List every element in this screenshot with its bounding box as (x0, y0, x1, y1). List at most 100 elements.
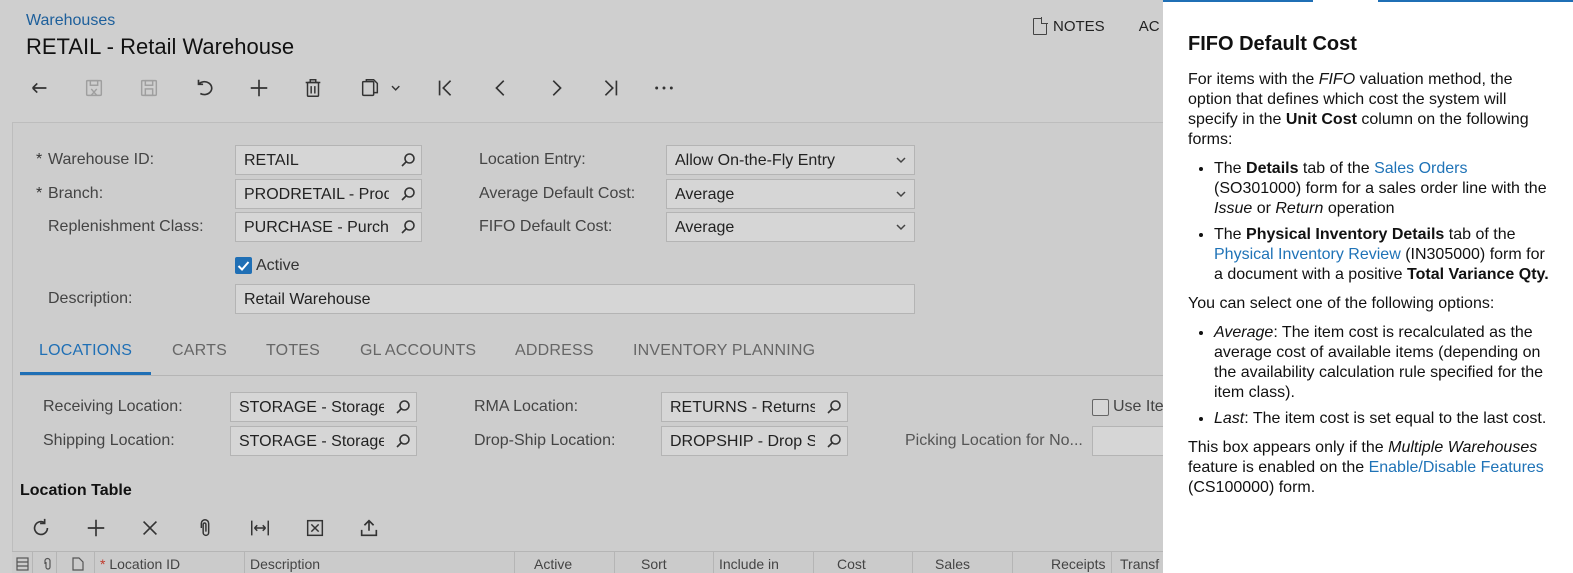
column-header-description[interactable]: Description (250, 556, 320, 572)
chevron-down-icon (896, 191, 906, 198)
physical-inventory-review-link[interactable]: Physical Inventory Review (1214, 246, 1401, 263)
column-header-label: Location ID (109, 556, 181, 572)
search-icon[interactable] (826, 433, 842, 449)
use-item-checkbox[interactable] (1092, 399, 1109, 416)
copy-paste-icon[interactable] (356, 76, 406, 100)
avg-default-cost-select[interactable]: Average (666, 179, 915, 209)
previous-icon[interactable] (489, 76, 513, 100)
check-icon (237, 261, 250, 271)
warehouse-id-field[interactable]: RETAIL (235, 145, 422, 175)
column-separator (614, 552, 615, 573)
enable-disable-features-link[interactable]: Enable/Disable Features (1369, 459, 1544, 476)
upload-icon[interactable] (357, 516, 381, 540)
search-icon[interactable] (395, 433, 411, 449)
list-item: The Physical Inventory Details tab of th… (1214, 225, 1553, 285)
active-checkbox[interactable] (235, 257, 252, 274)
chevron-down-icon (896, 224, 906, 231)
delete-row-icon[interactable] (138, 516, 162, 540)
column-separator (56, 552, 57, 573)
receiving-location-field[interactable]: STORAGE - Storage (230, 392, 417, 422)
description-field[interactable]: Retail Warehouse (235, 284, 915, 314)
fifo-default-cost-select[interactable]: Average (666, 212, 915, 242)
tab-totes[interactable]: TOTES (266, 342, 320, 360)
column-header-location-id[interactable]: * Location ID (100, 556, 180, 572)
refresh-icon[interactable] (29, 516, 53, 540)
fifo-default-cost-value: Average (675, 219, 735, 236)
dropship-location-field[interactable]: DROPSHIP - Drop S (661, 426, 848, 456)
help-title: FIFO Default Cost (1188, 33, 1357, 55)
active-label: Active (256, 257, 300, 274)
tab-gl-accounts[interactable]: GL ACCOUNTS (360, 342, 476, 360)
activities-label: AC (1138, 18, 1160, 35)
next-icon[interactable] (544, 76, 568, 100)
export-excel-icon[interactable] (303, 516, 327, 540)
tab-carts[interactable]: CARTS (172, 342, 227, 360)
header-actions: NOTES AC (1033, 17, 1160, 35)
location-table-title: Location Table (20, 482, 132, 499)
more-icon[interactable] (652, 76, 676, 100)
avg-default-cost-value: Average (675, 186, 735, 203)
search-icon[interactable] (400, 186, 416, 202)
search-icon[interactable] (400, 152, 416, 168)
search-icon[interactable] (826, 399, 842, 415)
notes-column-icon (72, 557, 84, 571)
help-footer: This box appears only if the Multiple Wa… (1188, 439, 1544, 496)
column-header-receipts[interactable]: Receipts (1051, 556, 1105, 572)
search-icon[interactable] (395, 399, 411, 415)
rma-location-value: RETURNS - Returns (670, 399, 815, 416)
delete-icon[interactable] (301, 76, 325, 100)
column-header-active[interactable]: Active (534, 556, 572, 572)
breadcrumb[interactable]: Warehouses (26, 12, 115, 30)
activities-button[interactable]: AC (1139, 18, 1160, 35)
attach-icon[interactable] (193, 516, 217, 540)
undo-icon[interactable] (192, 76, 216, 100)
required-marker: * (100, 556, 110, 572)
page-title: RETAIL - Retail Warehouse (26, 34, 295, 59)
column-header-sort[interactable]: Sort (641, 556, 667, 572)
branch-field[interactable]: PRODRETAIL - Prod (235, 179, 422, 209)
main-screen: Warehouses RETAIL - Retail Warehouse NOT… (0, 0, 1163, 573)
notes-icon (1033, 17, 1048, 35)
search-icon[interactable] (400, 219, 416, 235)
picking-location-field[interactable] (1092, 426, 1163, 456)
add-icon[interactable] (247, 76, 271, 100)
save-close-icon[interactable] (82, 76, 106, 100)
column-separator (32, 552, 33, 573)
add-row-icon[interactable] (84, 516, 108, 540)
notes-button[interactable]: NOTES (1033, 17, 1105, 35)
last-icon[interactable] (598, 76, 622, 100)
first-icon[interactable] (434, 76, 458, 100)
help-forms-list: The Details tab of the Sales Orders (SO3… (1188, 159, 1553, 285)
active-tab-indicator (20, 372, 151, 375)
location-entry-select[interactable]: Allow On-the-Fly Entry (666, 145, 915, 175)
picking-location-label: Picking Location for No... (905, 432, 1083, 449)
rma-location-field[interactable]: RETURNS - Returns (661, 392, 848, 422)
back-icon[interactable] (28, 76, 52, 100)
shipping-location-value: STORAGE - Storage (239, 433, 384, 450)
sales-orders-link[interactable]: Sales Orders (1374, 160, 1467, 177)
column-separator (94, 552, 95, 573)
description-value: Retail Warehouse (244, 291, 371, 308)
rma-location-label: RMA Location: (474, 398, 579, 415)
branch-value: PRODRETAIL - Prod (244, 186, 389, 203)
location-entry-label: Location Entry: (479, 151, 586, 168)
use-item-label: Use Ite (1113, 398, 1163, 415)
help-intro: For items with the FIFO valuation method… (1188, 71, 1529, 148)
tab-locations[interactable]: LOCATIONS (39, 342, 132, 360)
save-icon[interactable] (137, 76, 161, 100)
column-header-transfers[interactable]: Transf (1120, 556, 1159, 572)
column-header-include-in[interactable]: Include in (719, 556, 779, 572)
tab-inventory-planning[interactable]: INVENTORY PLANNING (633, 342, 815, 360)
fit-columns-icon[interactable] (248, 516, 272, 540)
replenishment-class-field[interactable]: PURCHASE - Purcha (235, 212, 422, 242)
list-item: Last: The item cost is set equal to the … (1214, 409, 1553, 429)
fifo-default-cost-label: FIFO Default Cost: (479, 218, 613, 235)
tab-address[interactable]: ADDRESS (515, 342, 594, 360)
warehouse-id-label: Warehouse ID: (36, 151, 154, 169)
column-separator (713, 552, 714, 573)
column-header-cost[interactable]: Cost (837, 556, 866, 572)
shipping-location-field[interactable]: STORAGE - Storage (230, 426, 417, 456)
column-header-sales[interactable]: Sales (935, 556, 970, 572)
help-options-intro: You can select one of the following opti… (1188, 295, 1495, 312)
description-label: Description: (48, 290, 133, 307)
